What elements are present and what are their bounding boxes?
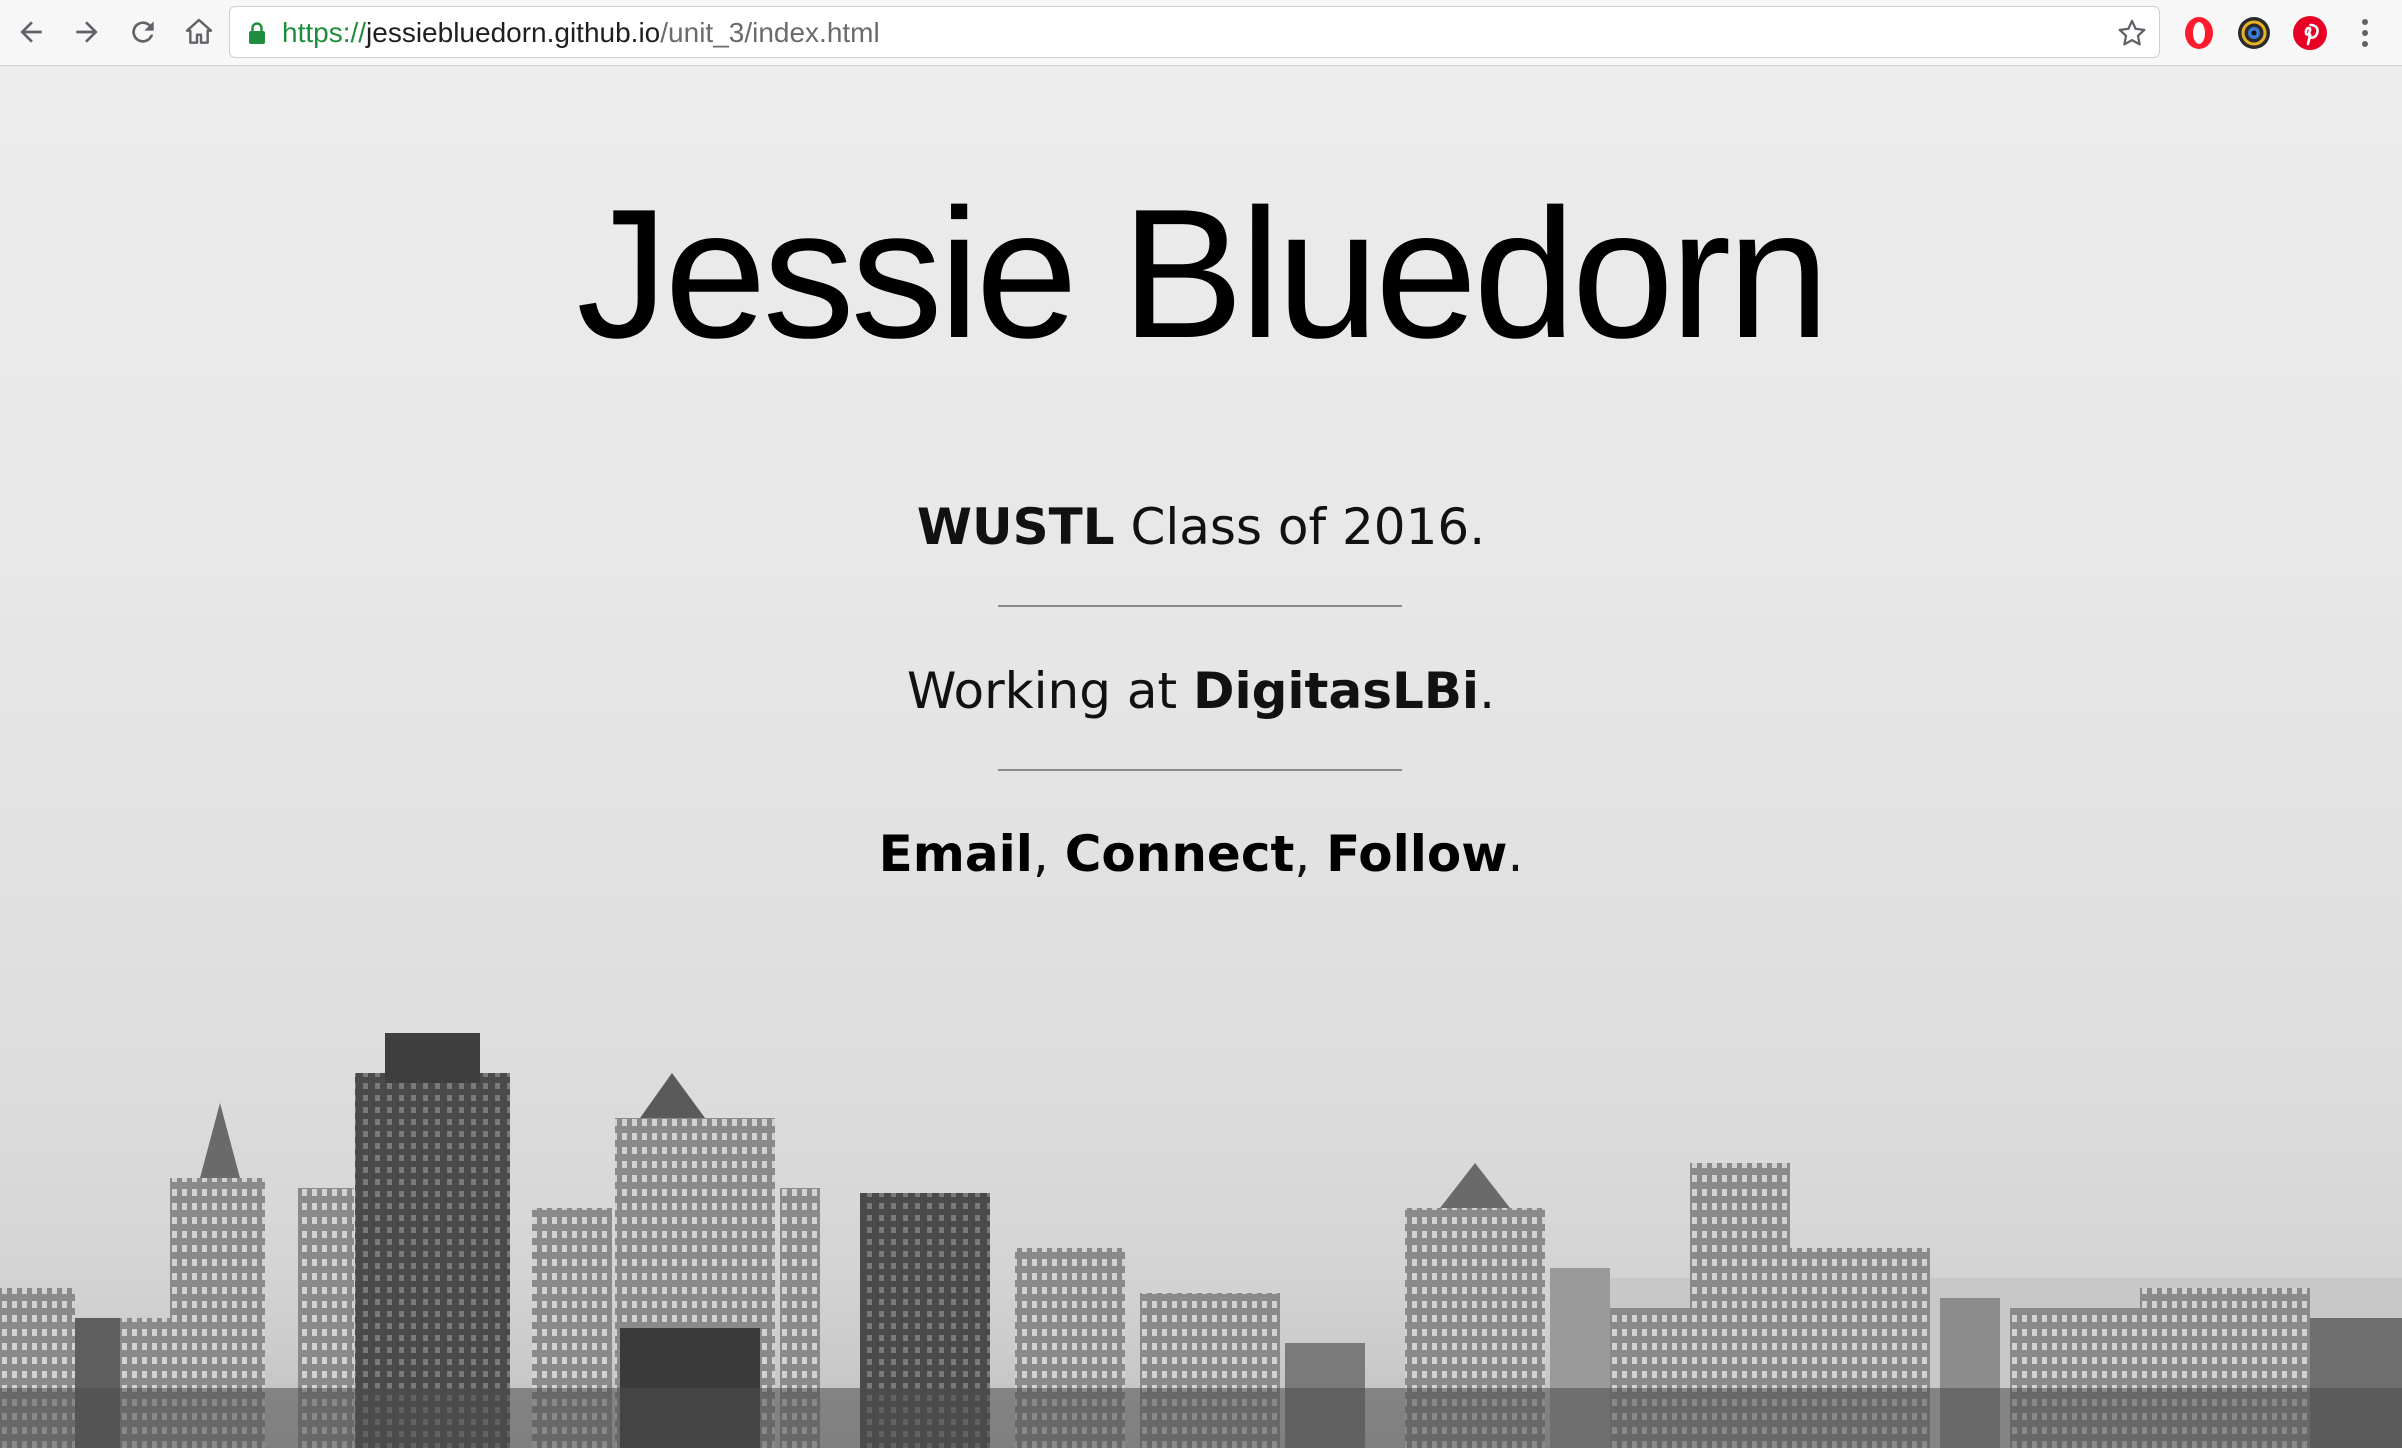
opera-extension-icon (2185, 17, 2213, 49)
url-text[interactable]: https://jessiebluedorn.github.io/unit_3/… (282, 7, 880, 59)
divider-2 (998, 769, 1402, 771)
contact-line: Email, Connect, Follow. (0, 829, 2402, 879)
home-icon (185, 18, 213, 44)
pinterest-extension-icon (2293, 16, 2327, 50)
reload-button[interactable] (121, 10, 165, 54)
back-button[interactable] (9, 10, 53, 54)
menu-icon[interactable] (2350, 13, 2380, 53)
browser-toolbar: https://jessiebluedorn.github.io/unit_3/… (0, 0, 2402, 66)
school-name: WUSTL (916, 498, 1115, 556)
bookmark-star-icon[interactable] (2115, 16, 2149, 50)
follow-link[interactable]: Follow (1326, 825, 1507, 883)
contact-period: . (1507, 825, 1524, 883)
camera-extension-icon (2238, 17, 2270, 49)
education-line: WUSTL Class of 2016. (0, 502, 2402, 552)
url-host: jessiebluedorn.github.io (366, 17, 661, 48)
url-scheme: https:// (282, 17, 367, 48)
employment-line: Working at DigitasLBi. (0, 666, 2402, 716)
home-button[interactable] (177, 10, 221, 54)
working-at-text: Working at (907, 662, 1193, 720)
page-content: Jessie Bluedorn WUSTL Class of 2016. Wor… (0, 66, 2402, 1448)
pinterest-extension-button[interactable] (2290, 13, 2330, 53)
connect-link[interactable]: Connect (1065, 825, 1295, 883)
url-path: /unit_3/index.html (660, 17, 880, 48)
contact-separator-2: , (1294, 825, 1327, 883)
divider-1 (998, 605, 1402, 607)
class-year-text: Class of 2016. (1114, 498, 1486, 556)
camera-extension-button[interactable] (2234, 13, 2274, 53)
back-icon (20, 21, 42, 43)
opera-extension-button[interactable] (2179, 13, 2219, 53)
page-title: Jessie Bluedorn (576, 170, 1829, 376)
address-bar[interactable]: https://jessiebluedorn.github.io/unit_3/… (229, 6, 2160, 58)
employment-period: . (1479, 662, 1495, 720)
forward-button[interactable] (65, 10, 109, 54)
employer-name: DigitasLBi (1192, 662, 1480, 720)
lock-icon (249, 22, 265, 44)
forward-icon (76, 21, 98, 43)
city-skyline-background (0, 1033, 2402, 1448)
reload-icon (132, 21, 154, 43)
email-link[interactable]: Email (879, 825, 1033, 883)
contact-separator-1: , (1032, 825, 1065, 883)
